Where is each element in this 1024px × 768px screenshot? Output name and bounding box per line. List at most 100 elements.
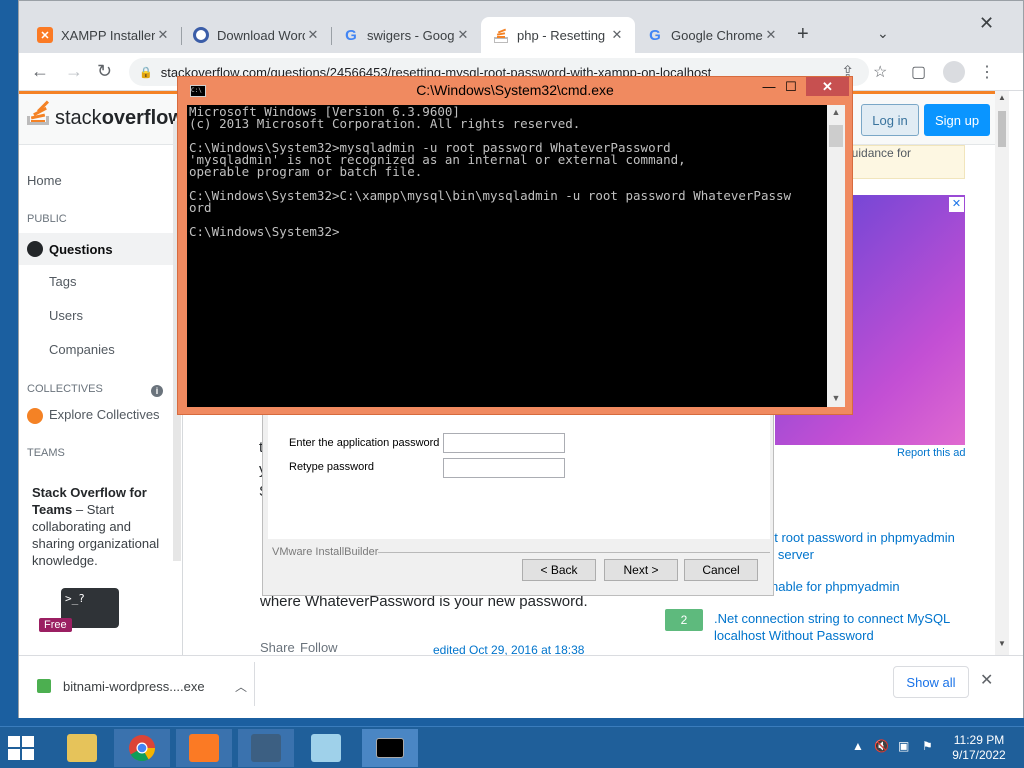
notice-text: guidance for (845, 146, 912, 160)
scroll-down-icon[interactable]: ▼ (827, 393, 845, 403)
cmd-scrollbar[interactable]: ▲ ▼ (827, 105, 845, 407)
tab-xampp[interactable]: ✕ XAMPP Installer ✕ (25, 17, 182, 53)
related-line: nable for phpmyadmin (771, 579, 900, 594)
console-line: (c) 2013 Microsoft Corporation. All righ… (189, 116, 581, 131)
tab-title: php - Resetting (517, 27, 606, 43)
windows-start-icon[interactable] (8, 736, 36, 760)
sidebar-caption-collectives: COLLECTIVES (27, 383, 103, 395)
close-icon[interactable]: ✕ (305, 27, 321, 43)
edited-timestamp[interactable]: edited Oct 29, 2016 at 18:38 (433, 643, 584, 655)
cmd-console[interactable]: Microsoft Windows [Version 6.3.9600] (c) … (187, 105, 827, 407)
scroll-down-icon[interactable]: ▼ (998, 639, 1006, 648)
retype-password-label: Retype password (289, 461, 374, 473)
sidebar-item-label: Questions (49, 241, 113, 257)
close-icon[interactable]: ✕ (763, 27, 779, 43)
wordpress-icon (193, 27, 209, 43)
ad-close-icon[interactable]: ✕ (949, 197, 964, 212)
tab-google-chrome[interactable]: G Google Chrome ✕ (635, 17, 789, 53)
installer-brand: VMware InstallBuilder (272, 546, 379, 558)
related-line: localhost Without Password (714, 628, 874, 643)
page-scrollbar[interactable]: ▲ ▼ (995, 91, 1009, 655)
related-question-link[interactable]: .Net connection string to connect MySQL … (714, 610, 950, 644)
logo-text-bold: overflow (101, 106, 184, 129)
console-line: C:\Windows\System32>C:\xampp\mysql\bin\m… (189, 188, 792, 203)
related-question-link[interactable]: et root password in phpmyadmin p server (767, 529, 955, 563)
tab-title: Google Chrome (671, 27, 763, 43)
profile-avatar-icon[interactable] (943, 61, 965, 83)
info-icon[interactable]: i (151, 385, 163, 397)
notepad-icon[interactable] (298, 729, 354, 767)
next-button[interactable]: Next > (604, 559, 678, 581)
password-field[interactable] (443, 433, 565, 453)
google-icon: G (345, 26, 357, 44)
sidebar-item-label: Explore Collectives (49, 407, 160, 422)
signup-button[interactable]: Sign up (924, 104, 990, 136)
sidebar-item-questions[interactable]: Questions (19, 233, 183, 265)
close-window-icon[interactable]: ✕ (979, 13, 994, 34)
installer-file-icon (37, 679, 51, 693)
back-arrow-icon[interactable]: ← (31, 61, 49, 82)
installer-icon[interactable] (238, 729, 294, 767)
new-tab-button[interactable]: + (797, 23, 809, 46)
tab-google-search[interactable]: G swigers - Googl ✕ (331, 17, 481, 53)
download-item[interactable]: bitnami-wordpress....exe ︿ (29, 666, 253, 706)
close-icon[interactable]: ✕ (806, 77, 849, 96)
login-button[interactable]: Log in (861, 104, 919, 136)
close-icon[interactable]: ✕ (455, 27, 471, 43)
cmd-icon[interactable] (362, 729, 418, 767)
tab-search-chevron-icon[interactable]: ⌄ (877, 25, 889, 42)
left-sidebar: Home PUBLIC Questions Tags Users Compani… (19, 145, 183, 655)
action-center-icon[interactable]: ⚑ (922, 739, 933, 753)
stackoverflow-icon (493, 27, 509, 43)
download-bar: bitnami-wordpress....exe ︿ Show all ✕ (19, 655, 1023, 718)
sidebar-item-tags[interactable]: Tags (49, 274, 76, 289)
volume-muted-icon[interactable]: 🔇 (874, 739, 889, 753)
cmd-title: C:\Windows\System32\cmd.exe (416, 82, 614, 98)
sidebar-item-home[interactable]: Home (27, 173, 62, 188)
taskbar: ▲ 🔇 ▣ ⚑ 11:29 PM 9/17/2022 (0, 726, 1024, 768)
menu-kebab-icon[interactable]: ⋮ (979, 62, 995, 82)
console-line: ord (189, 200, 212, 215)
chevron-up-icon[interactable]: ︿ (235, 678, 247, 695)
network-icon[interactable]: ▣ (898, 739, 909, 753)
tab-download-word[interactable]: Download Word ✕ (181, 17, 332, 53)
reload-icon[interactable]: ↻ (97, 61, 112, 82)
xampp-icon[interactable] (176, 729, 232, 767)
side-panel-icon[interactable]: ▢ (911, 62, 926, 82)
tray-chevron-up-icon[interactable]: ▲ (852, 739, 864, 753)
chrome-icon[interactable] (114, 729, 170, 767)
bookmark-star-icon[interactable]: ☆ (873, 62, 887, 82)
scroll-up-icon[interactable]: ▲ (827, 107, 845, 117)
close-icon[interactable]: ✕ (155, 27, 171, 43)
password-label: Enter the application password (289, 437, 440, 449)
teams-promo: Stack Overflow for Teams – Start collabo… (32, 484, 172, 569)
close-icon[interactable]: ✕ (980, 670, 993, 690)
maximize-icon[interactable]: ☐ (780, 78, 802, 96)
sidebar-item-explore-collectives[interactable]: Explore Collectives (27, 407, 160, 424)
logo-text-light: stack (55, 106, 102, 129)
so-logo[interactable]: stack overflow (27, 100, 184, 132)
sidebar-item-companies[interactable]: Companies (49, 342, 115, 357)
report-ad-link[interactable]: Report this ad (897, 447, 965, 459)
forward-arrow-icon[interactable]: → (65, 61, 83, 82)
cmd-window: C:\ C:\Windows\System32\cmd.exe — ☐ ✕ Mi… (177, 76, 853, 415)
back-button[interactable]: < Back (522, 559, 596, 581)
close-icon[interactable]: ✕ (609, 27, 625, 43)
share-link[interactable]: Share (260, 640, 295, 655)
cmd-titlebar[interactable]: C:\ C:\Windows\System32\cmd.exe — ☐ ✕ (178, 77, 852, 105)
download-filename: bitnami-wordpress....exe (63, 678, 205, 694)
file-explorer-icon[interactable] (54, 729, 110, 767)
retype-password-field[interactable] (443, 458, 565, 478)
cancel-button[interactable]: Cancel (684, 559, 758, 581)
follow-link[interactable]: Follow (300, 640, 338, 655)
tab-php-resetting[interactable]: php - Resetting ✕ (481, 17, 635, 53)
scroll-up-icon[interactable]: ▲ (998, 93, 1006, 102)
minimize-icon[interactable]: — (758, 78, 780, 96)
related-question-link[interactable]: nable for phpmyadmin (771, 578, 900, 595)
console-line: operable program or batch file. (189, 164, 423, 179)
sidebar-item-users[interactable]: Users (49, 308, 83, 323)
clock-time: 11:29 PM (953, 733, 1005, 747)
sidebar-caption-public: PUBLIC (27, 213, 67, 225)
show-all-button[interactable]: Show all (893, 666, 969, 698)
taskbar-clock[interactable]: 11:29 PM 9/17/2022 (944, 733, 1014, 763)
